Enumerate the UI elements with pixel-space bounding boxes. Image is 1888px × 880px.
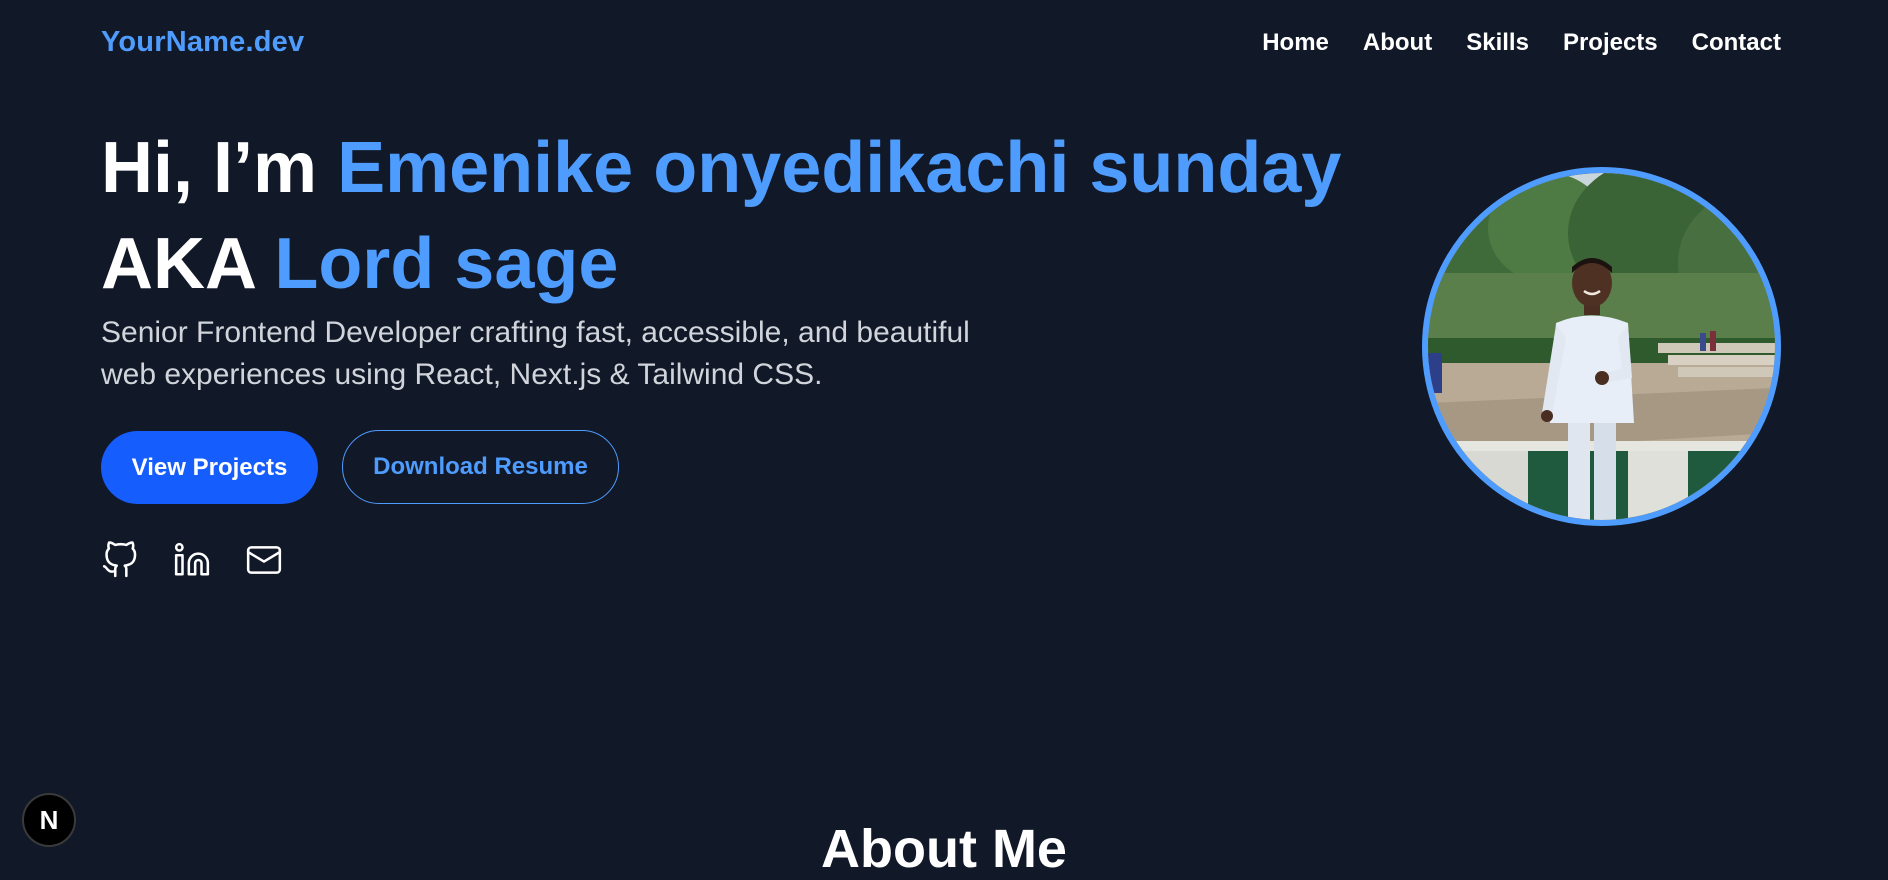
social-links	[101, 541, 283, 579]
linkedin-icon[interactable]	[173, 541, 211, 579]
navbar: YourName.dev Home About Skills Projects …	[0, 0, 1888, 88]
about-section-title: About Me	[821, 819, 1067, 879]
mail-icon[interactable]	[245, 541, 283, 579]
hero-aka: AKA	[101, 224, 255, 304]
nav-contact[interactable]: Contact	[1692, 29, 1781, 57]
hero-name: Emenike onyedikachi sunday	[337, 128, 1342, 208]
nav-home[interactable]: Home	[1262, 29, 1329, 57]
nav-about[interactable]: About	[1363, 29, 1432, 57]
nav-skills[interactable]: Skills	[1466, 29, 1529, 57]
profile-photo	[1422, 167, 1781, 526]
brand-logo[interactable]: YourName.dev	[101, 26, 304, 59]
github-icon[interactable]	[101, 541, 139, 579]
hero-subtitle-line2: web experiences using React, Next.js & T…	[101, 358, 823, 391]
view-projects-button[interactable]: View Projects	[101, 431, 318, 504]
nav-projects[interactable]: Projects	[1563, 29, 1658, 57]
hero-greeting: Hi, I’m	[101, 128, 318, 208]
hero-alias: Lord sage	[274, 224, 619, 304]
download-resume-button[interactable]: Download Resume	[342, 430, 619, 504]
nextjs-dev-indicator[interactable]: N	[22, 793, 76, 847]
hero-subtitle: Senior Frontend Developer crafting fast,…	[101, 312, 991, 396]
hero-title: Hi, I’m Emenike onyedikachi sunday AKA L…	[101, 120, 1361, 312]
nav-links: Home About Skills Projects Contact	[1262, 29, 1781, 57]
hero-subtitle-line1: Senior Frontend Developer crafting fast,…	[101, 316, 970, 349]
